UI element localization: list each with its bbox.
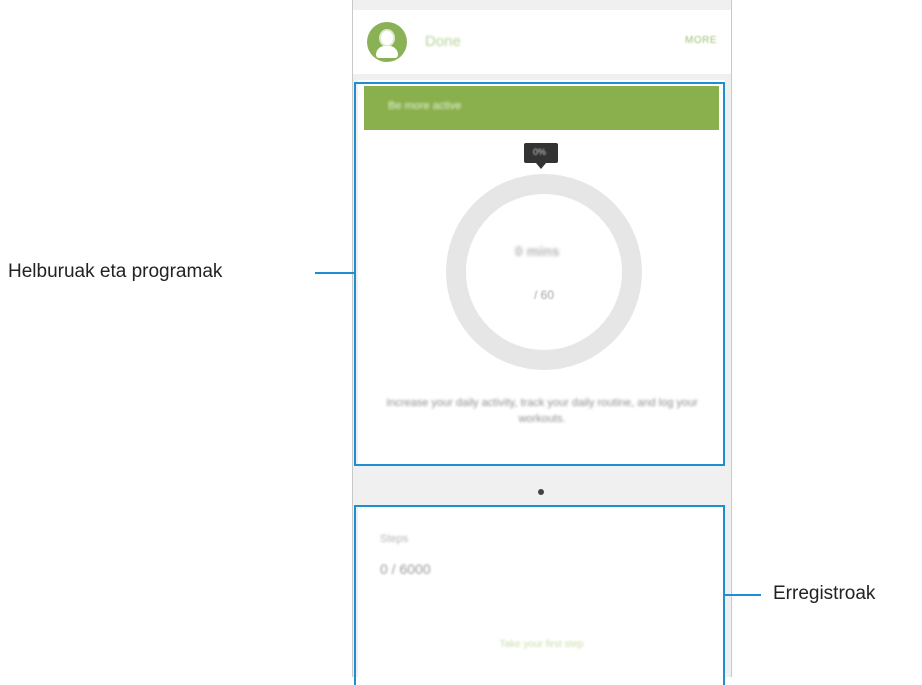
app-title: Done <box>425 33 461 50</box>
records-highlight-box <box>354 505 725 685</box>
profile-avatar-icon[interactable] <box>367 22 407 62</box>
goals-callout-line <box>315 272 354 274</box>
app-bar: Done MORE <box>353 10 731 74</box>
goals-highlight-box <box>354 82 725 466</box>
more-button[interactable]: MORE <box>685 35 717 46</box>
goals-callout-label: Helburuak eta programak <box>8 261 223 282</box>
avatar-head <box>379 29 395 47</box>
records-callout-label: Erregistroak <box>773 583 876 604</box>
page-indicator-dot[interactable] <box>538 489 544 495</box>
avatar-shoulders <box>376 46 398 58</box>
records-callout-line <box>725 594 761 596</box>
